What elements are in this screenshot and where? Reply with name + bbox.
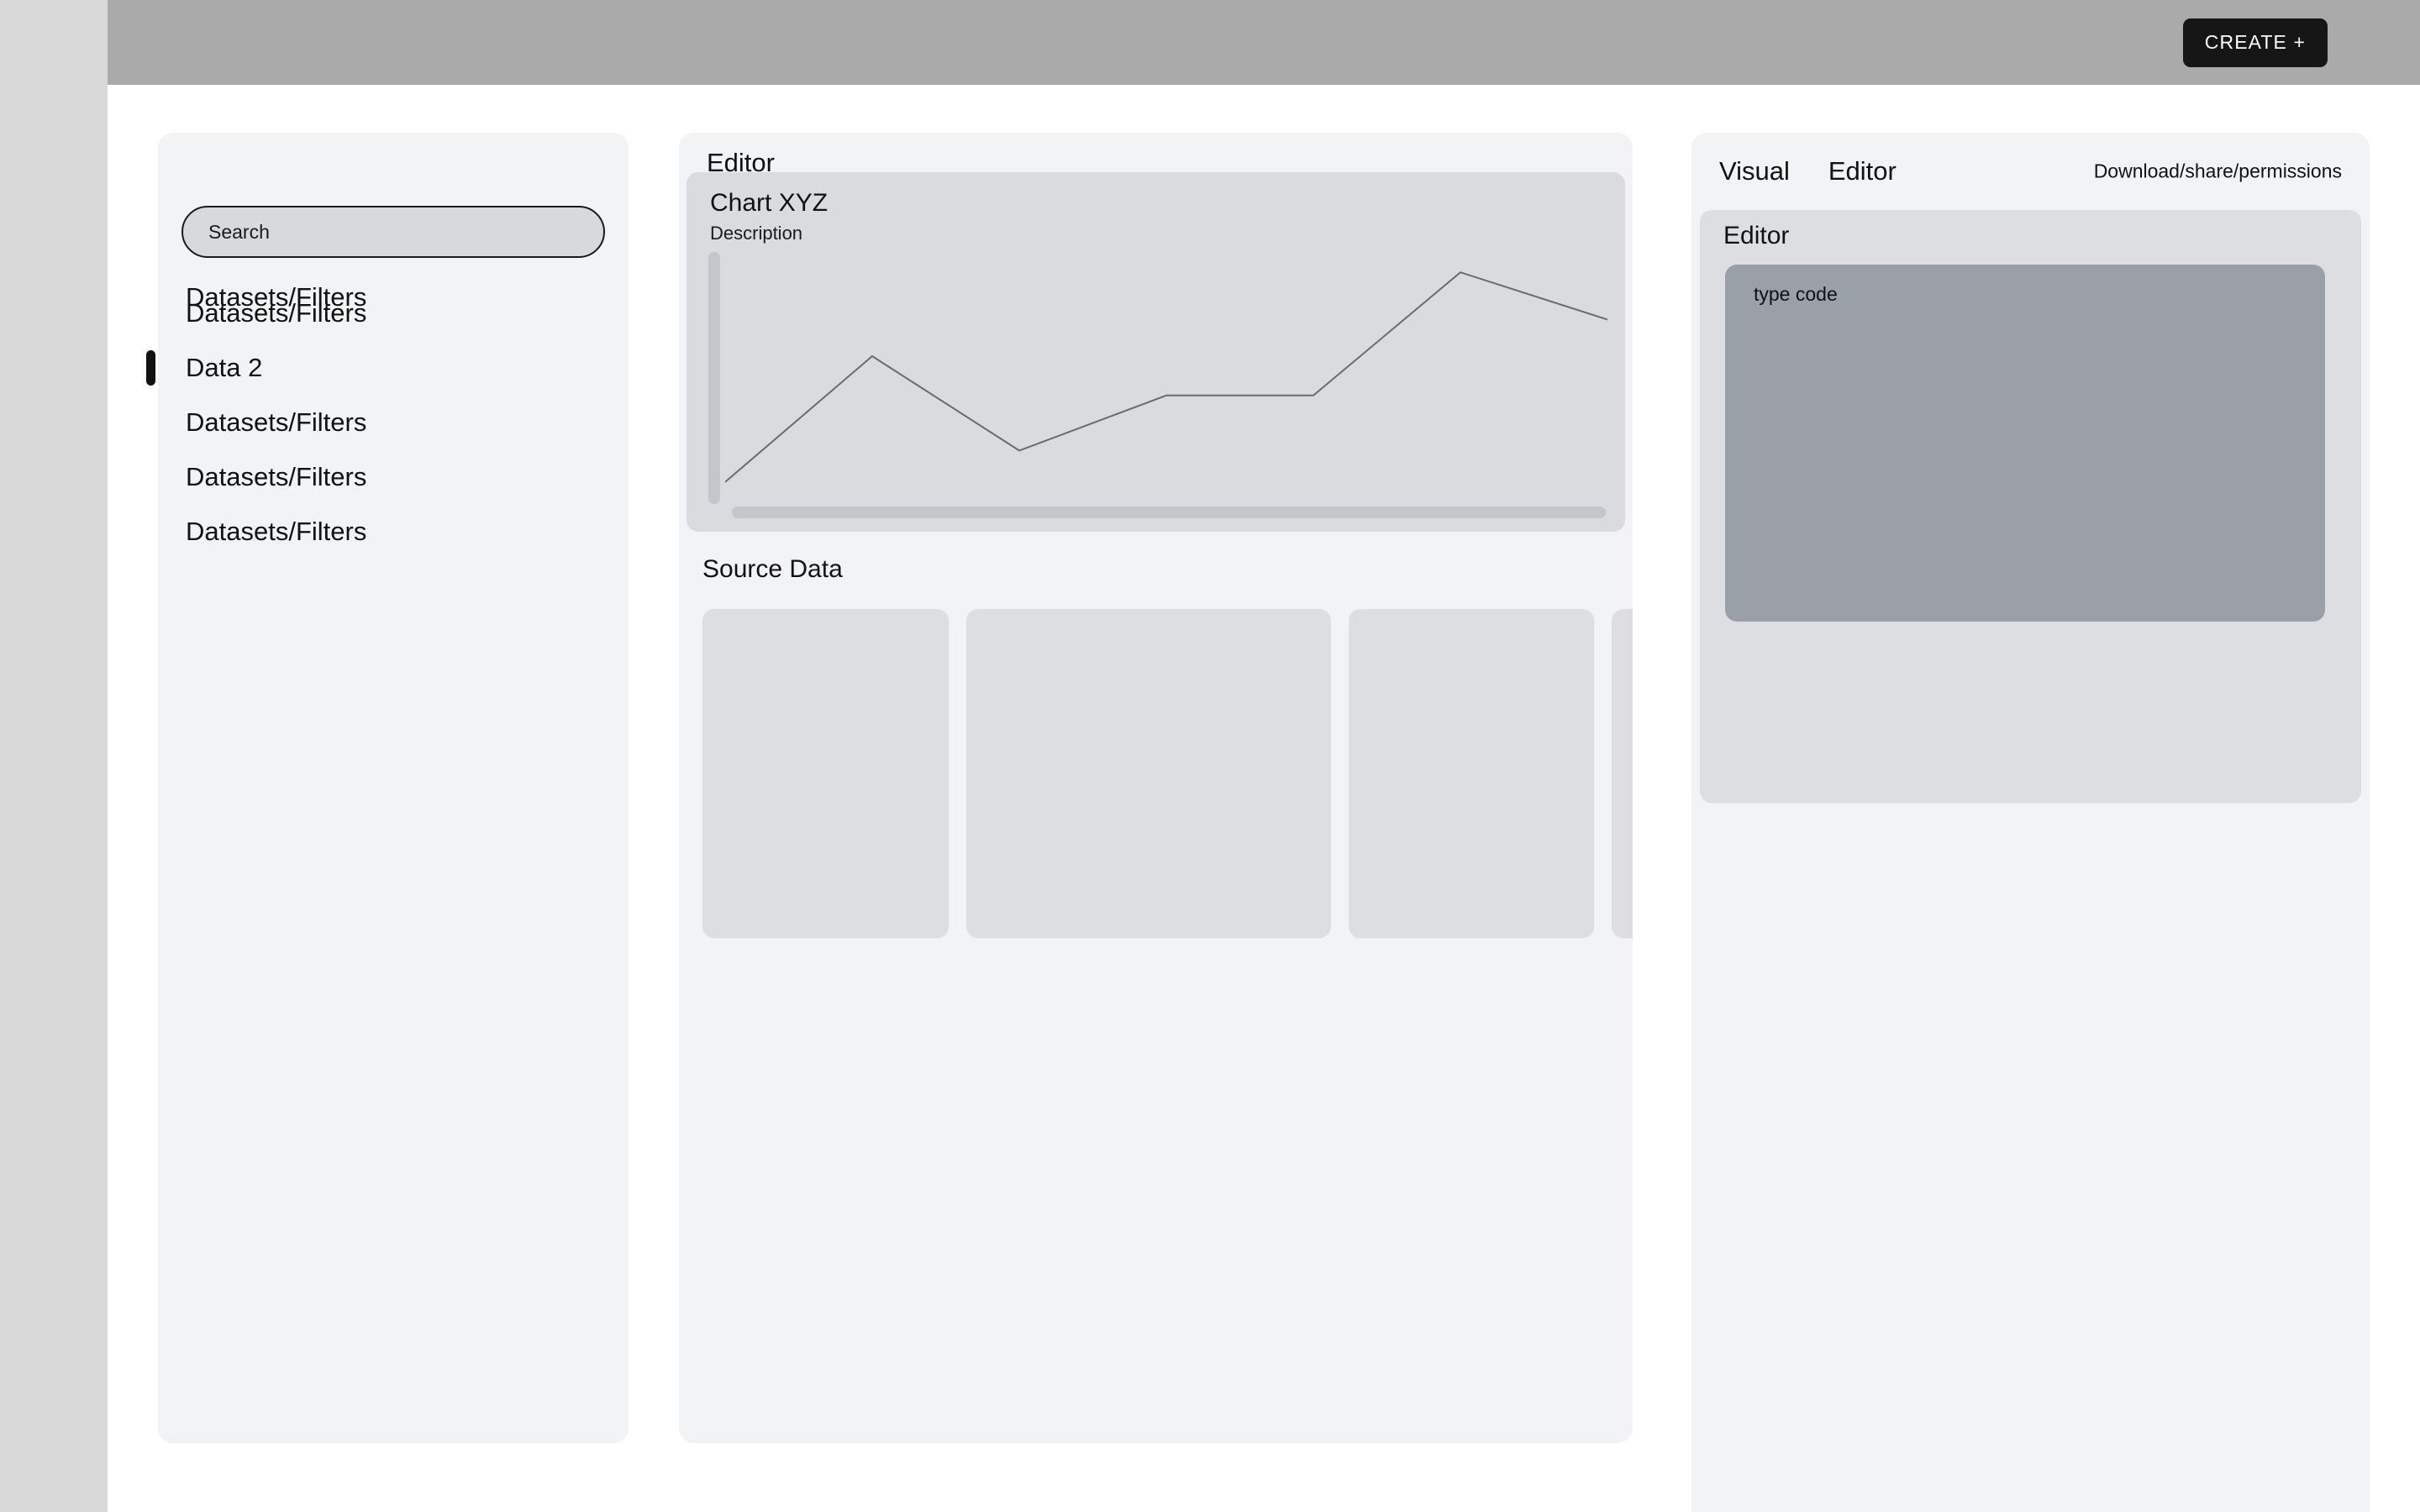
chart-title: Chart XYZ — [710, 189, 828, 218]
chart-plot-area — [725, 246, 1607, 508]
sidebar-item-1[interactable]: Data 2 — [158, 340, 629, 395]
source-data-card-row — [702, 609, 1633, 938]
editor-center-panel: Editor Chart XYZ Description Source Data — [679, 133, 1633, 1443]
download-share-permissions-link[interactable]: Download/share/permissions — [2094, 160, 2342, 183]
create-button[interactable]: CREATE + — [2183, 18, 2328, 67]
code-editor-card: Editor type code — [1700, 210, 2361, 803]
search-input[interactable] — [182, 206, 605, 258]
sidebar-item-label: Datasets/Filters — [186, 298, 366, 328]
source-data-heading: Source Data — [702, 555, 843, 584]
sidebar-item-2[interactable]: Datasets/Filters — [158, 395, 629, 449]
sidebar-item-0[interactable]: Datasets/Filters — [158, 286, 629, 340]
sidebar-item-label: Data 2 — [186, 353, 262, 383]
search-field-wrapper — [182, 206, 605, 258]
chart-description: Description — [710, 223, 802, 244]
chart-vertical-scrollbar[interactable] — [708, 252, 720, 504]
sidebar-item-label: Datasets/Filters — [186, 407, 366, 438]
source-data-card[interactable] — [1612, 609, 1633, 938]
visual-editor-right-panel: Visual Editor Download/share/permissions… — [1691, 133, 2370, 1512]
top-header-bar: CREATE + — [108, 0, 2420, 85]
right-panel-tabbar: Visual Editor Download/share/permissions — [1691, 133, 2370, 210]
sidebar-item-label: Datasets/Filters — [186, 462, 366, 492]
active-indicator-1 — [146, 350, 155, 386]
code-editor-heading: Editor — [1723, 222, 1789, 250]
line-chart-svg — [725, 246, 1607, 508]
chart-card: Chart XYZ Description — [687, 172, 1625, 532]
datasets-filters-sidebar: Datasets/Filters Datasets/Filters Data 2… — [158, 133, 629, 1443]
sidebar-item-3[interactable]: Datasets/Filters — [158, 449, 629, 504]
tab-editor[interactable]: Editor — [1828, 156, 1897, 186]
sidebar-item-4[interactable]: Datasets/Filters — [158, 504, 629, 559]
left-gutter-strip — [0, 0, 108, 1512]
chart-line-series — [725, 272, 1607, 482]
dataset-nav-list: Datasets/Filters Data 2 Datasets/Filters… — [158, 286, 629, 559]
chart-horizontal-scrollbar[interactable] — [732, 507, 1606, 518]
sidebar-item-label: Datasets/Filters — [186, 517, 366, 547]
code-input-area[interactable]: type code — [1725, 265, 2325, 622]
source-data-card[interactable] — [702, 609, 949, 938]
tab-visual[interactable]: Visual — [1719, 156, 1790, 186]
workspace: Datasets/Filters Datasets/Filters Data 2… — [108, 85, 2420, 1512]
source-data-card[interactable] — [966, 609, 1331, 938]
source-data-card[interactable] — [1349, 609, 1594, 938]
